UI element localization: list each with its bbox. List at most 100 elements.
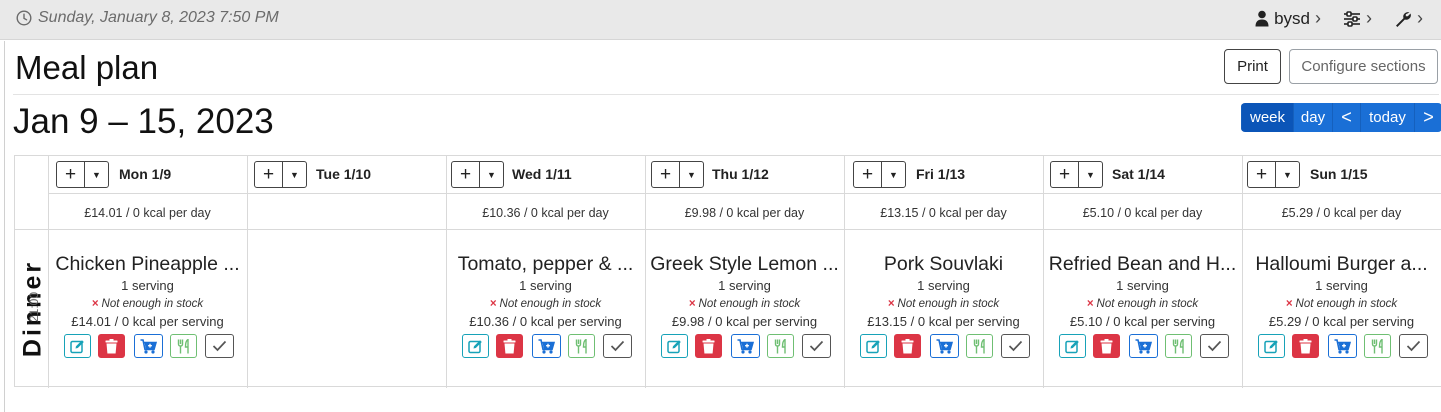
delete-button[interactable] — [1292, 334, 1319, 358]
consume-button[interactable] — [568, 334, 595, 358]
not-in-stock-icon: × — [91, 298, 99, 310]
edit-icon — [468, 339, 483, 354]
edit-icon — [866, 339, 881, 354]
delete-button[interactable] — [894, 334, 921, 358]
edit-button[interactable] — [1258, 334, 1285, 358]
meal-name[interactable]: Refried Bean and H... — [1043, 252, 1242, 277]
add-to-cart-button[interactable] — [1129, 334, 1158, 358]
day-column: £9.98 / 0 kcal per day Greek Style Lemon … — [645, 156, 844, 388]
stock-status: × Not enough in stock — [48, 295, 247, 313]
stock-status-text: Not enough in stock — [101, 298, 204, 310]
mark-done-button[interactable] — [1200, 334, 1229, 358]
cart-icon — [538, 338, 555, 354]
settings-menu[interactable]: › — [1343, 8, 1372, 29]
check-icon — [1406, 340, 1421, 352]
next-button[interactable]: > — [1414, 103, 1441, 132]
stock-status-text: Not enough in stock — [897, 298, 1000, 310]
tools-menu[interactable]: › — [1394, 8, 1423, 29]
edit-button[interactable] — [661, 334, 688, 358]
prev-button[interactable]: < — [1332, 103, 1360, 132]
consume-button[interactable] — [1165, 334, 1192, 358]
chevron-right-icon: › — [1366, 8, 1372, 28]
meal-actions — [1242, 334, 1441, 358]
user-menu[interactable]: bysd › — [1255, 8, 1321, 29]
mark-done-button[interactable] — [205, 334, 234, 358]
day-column: £5.29 / 0 kcal per day Halloumi Burger a.… — [1242, 156, 1441, 388]
meal-cost: £14.01 / 0 kcal per serving — [71, 314, 224, 329]
meal-plan-page: Meal plan Print Configure sections Jan 9… — [4, 41, 1441, 412]
print-button[interactable]: Print — [1224, 49, 1281, 84]
mark-done-button[interactable] — [1399, 334, 1428, 358]
add-to-cart-button[interactable] — [1328, 334, 1357, 358]
meal-calendar: Dinner 21:00 + ▼ Mon 1/9 £14.01 / 0 kcal pe… — [14, 155, 1441, 388]
utensils-icon — [774, 338, 788, 354]
cart-icon — [1334, 338, 1351, 354]
stock-status: × Not enough in stock — [1043, 295, 1242, 313]
check-icon — [809, 340, 824, 352]
cart-icon — [1135, 338, 1152, 354]
day-column: £5.10 / 0 kcal per day Refried Bean and H… — [1043, 156, 1242, 388]
section-dinner-label: Dinner 21:00 — [15, 230, 51, 388]
delete-button[interactable] — [1093, 334, 1120, 358]
meal-name[interactable]: Halloumi Burger a... — [1242, 252, 1441, 277]
add-to-cart-button[interactable] — [532, 334, 561, 358]
meal-name[interactable]: Chicken Pineapple ... — [48, 252, 247, 277]
divider — [13, 94, 1439, 95]
page-title: Meal plan — [15, 49, 159, 86]
cart-icon — [737, 338, 754, 354]
chevron-right-icon: › — [1315, 8, 1321, 28]
edit-icon — [667, 339, 682, 354]
meal-name[interactable]: Tomato, pepper & ... — [446, 252, 645, 277]
check-icon — [212, 340, 227, 352]
consume-button[interactable] — [767, 334, 794, 358]
trash-icon — [503, 338, 516, 354]
today-button[interactable]: today — [1360, 103, 1414, 132]
meal-servings: 1 serving — [917, 278, 970, 293]
check-icon — [1207, 340, 1222, 352]
day-view-button[interactable]: day — [1293, 103, 1332, 132]
delete-button[interactable] — [98, 334, 125, 358]
day-column: £10.36 / 0 kcal per day Tomato, pepper & … — [446, 156, 645, 388]
meal-name[interactable]: Greek Style Lemon ... — [645, 252, 844, 277]
edit-button[interactable] — [860, 334, 887, 358]
trash-icon — [702, 338, 715, 354]
stock-status: × Not enough in stock — [844, 295, 1043, 313]
stock-status: × Not enough in stock — [446, 295, 645, 313]
meal-entry: Pork Souvlaki 1 serving × Not enough in sto… — [844, 252, 1043, 331]
top-bar: Sunday, January 8, 2023 7:50 PM bysd › ›… — [0, 0, 1441, 40]
mark-done-button[interactable] — [603, 334, 632, 358]
trash-icon — [1299, 338, 1312, 354]
edit-button[interactable] — [462, 334, 489, 358]
add-to-cart-button[interactable] — [134, 334, 163, 358]
meal-servings: 1 serving — [519, 278, 572, 293]
week-view-button[interactable]: week — [1241, 103, 1293, 132]
meal-servings: 1 serving — [718, 278, 771, 293]
meal-entry: Refried Bean and H... 1 serving × Not enoug… — [1043, 252, 1242, 331]
edit-button[interactable] — [1059, 334, 1086, 358]
edit-button[interactable] — [64, 334, 91, 358]
view-toolbar: week day < today > — [1241, 103, 1441, 132]
edit-icon — [1065, 339, 1080, 354]
consume-button[interactable] — [966, 334, 993, 358]
delete-button[interactable] — [695, 334, 722, 358]
delete-button[interactable] — [496, 334, 523, 358]
date-range-title: Jan 9 – 15, 2023 — [13, 102, 274, 141]
sliders-icon — [1344, 10, 1360, 27]
meal-actions — [1043, 334, 1242, 358]
configure-sections-button[interactable]: Configure sections — [1289, 49, 1438, 84]
check-icon — [610, 340, 625, 352]
consume-button[interactable] — [170, 334, 197, 358]
mark-done-button[interactable] — [802, 334, 831, 358]
consume-button[interactable] — [1364, 334, 1391, 358]
wrench-icon — [1396, 11, 1411, 27]
cart-icon — [140, 338, 157, 354]
edit-icon — [1264, 339, 1279, 354]
meal-name[interactable]: Pork Souvlaki — [844, 252, 1043, 277]
add-to-cart-button[interactable] — [731, 334, 760, 358]
not-in-stock-icon: × — [887, 298, 895, 310]
username: bysd — [1274, 8, 1310, 28]
mark-done-button[interactable] — [1001, 334, 1030, 358]
add-to-cart-button[interactable] — [930, 334, 959, 358]
meal-entry: Tomato, pepper & ... 1 serving × Not enough… — [446, 252, 645, 331]
meal-cost: £10.36 / 0 kcal per serving — [469, 314, 622, 329]
